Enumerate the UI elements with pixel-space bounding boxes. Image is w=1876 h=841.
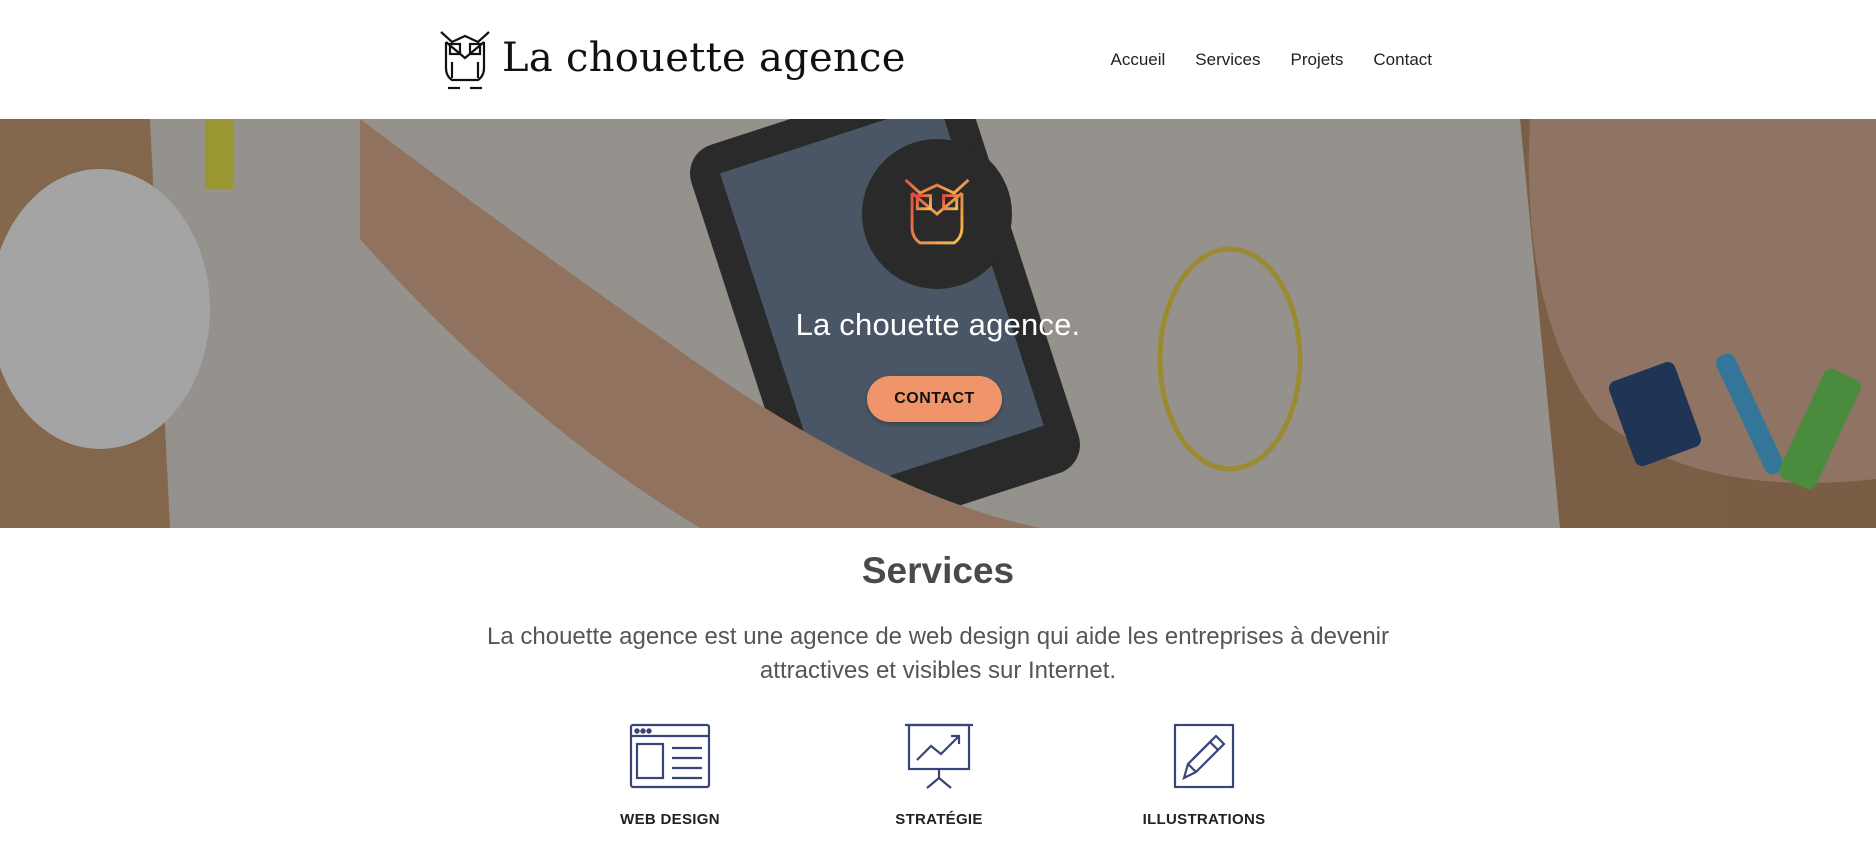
hero-section: La chouette agence. CONTACT — [0, 119, 1876, 528]
nav-item-projets[interactable]: Projets — [1290, 50, 1343, 70]
service-label: ILLUSTRATIONS — [1142, 811, 1266, 828]
nav-item-services[interactable]: Services — [1195, 50, 1260, 70]
hero-title: La chouette agence. — [795, 307, 1081, 342]
hero-logo-badge — [862, 139, 1012, 289]
site-header: La chouette agence Accueil Services Proj… — [0, 0, 1876, 119]
site-logo[interactable]: La chouette agence — [438, 26, 906, 90]
logo-text: La chouette agence — [502, 35, 906, 81]
services-section: Services La chouette agence est une agen… — [0, 528, 1876, 841]
pencil-icon — [1173, 723, 1235, 789]
service-item-web-design: WEB DESIGN — [560, 722, 780, 828]
services-title: Services — [861, 550, 1015, 591]
web-design-icon — [629, 723, 711, 789]
nav-item-contact[interactable]: Contact — [1373, 50, 1432, 70]
owl-logo-icon — [904, 178, 970, 255]
nav-item-accueil[interactable]: Accueil — [1110, 50, 1165, 70]
owl-logo-icon — [440, 31, 490, 90]
service-item-strategie: STRATÉGIE — [829, 722, 1049, 828]
services-description: La chouette agence est une agence de web… — [487, 623, 1389, 684]
service-label: WEB DESIGN — [620, 811, 720, 828]
service-item-illustrations: ILLUSTRATIONS — [1094, 722, 1314, 828]
main-nav: Accueil Services Projets Contact — [1110, 50, 1432, 70]
strategy-presentation-icon — [905, 723, 973, 789]
service-label: STRATÉGIE — [895, 811, 983, 828]
contact-button[interactable]: CONTACT — [867, 376, 1002, 422]
